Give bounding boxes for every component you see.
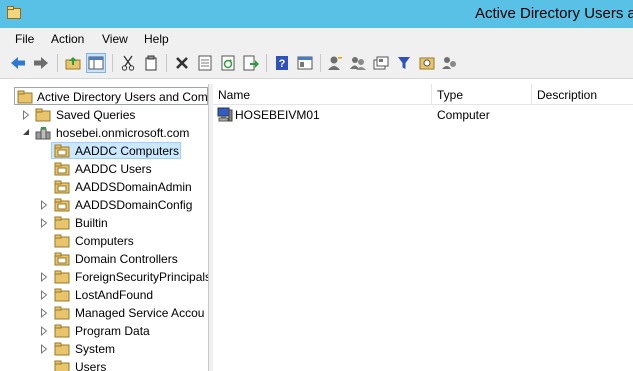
- tree-item-label: Users: [75, 360, 107, 371]
- menu-file[interactable]: File: [15, 32, 34, 46]
- tree-item[interactable]: Program Data: [0, 322, 208, 340]
- row-type: Computer: [437, 108, 490, 122]
- properties-icon[interactable]: [195, 53, 215, 73]
- organizational-unit-icon: [54, 198, 70, 215]
- tree-root-label: Active Directory Users and Com: [37, 90, 208, 104]
- tree-item[interactable]: hosebei.onmicrosoft.com: [0, 124, 208, 142]
- tree-item[interactable]: AADDC Computers: [0, 142, 208, 160]
- forward-icon[interactable]: [31, 53, 51, 73]
- console-tree[interactable]: Active Directory Users and Com Saved Que…: [0, 84, 209, 371]
- add-user-icon[interactable]: [325, 53, 345, 73]
- computer-icon: [217, 107, 233, 125]
- add-to-group-icon[interactable]: [440, 53, 460, 73]
- tree-item-label: AADDC Users: [75, 162, 152, 176]
- tree-item-label: LostAndFound: [75, 288, 154, 302]
- folder-icon: [54, 342, 70, 359]
- app-icon[interactable]: [7, 6, 21, 19]
- column-header-description[interactable]: Description: [532, 84, 633, 105]
- add-group-icon[interactable]: [348, 53, 368, 73]
- export-list-icon[interactable]: [241, 53, 261, 73]
- toolbar: ?: [0, 49, 633, 79]
- collapsed-arrow-icon[interactable]: [40, 199, 48, 211]
- tree-item-label: Domain Controllers: [75, 252, 178, 266]
- tree-item[interactable]: Domain Controllers: [0, 250, 208, 268]
- copy-icon[interactable]: [141, 53, 161, 73]
- domain-icon: [35, 126, 51, 143]
- add-ou-icon[interactable]: [371, 53, 391, 73]
- collapsed-arrow-icon[interactable]: [40, 307, 48, 319]
- tree-item-label: hosebei.onmicrosoft.com: [56, 126, 190, 140]
- folder-icon: [54, 270, 70, 287]
- tree-item[interactable]: AADDC Users: [0, 160, 208, 178]
- folder-icon: [54, 306, 70, 323]
- tree-item-label: AADDSDomainConfig: [75, 198, 193, 212]
- delete-icon[interactable]: [172, 53, 192, 73]
- tree-item[interactable]: AADDSDomainAdmin: [0, 178, 208, 196]
- toolbar-separator: [266, 54, 267, 72]
- show-tree-icon[interactable]: [86, 53, 106, 73]
- tree-item[interactable]: System: [0, 340, 208, 358]
- tree-item[interactable]: AADDSDomainConfig: [0, 196, 208, 214]
- find-icon[interactable]: [417, 53, 437, 73]
- tree-root[interactable]: Active Directory Users and Com: [14, 87, 208, 105]
- ad-snapin-icon: [17, 90, 33, 104]
- svg-text:?: ?: [279, 58, 286, 70]
- tree-item-label: Program Data: [75, 324, 150, 338]
- tree-item[interactable]: ForeignSecurityPrincipals: [0, 268, 208, 286]
- tree-item[interactable]: Saved Queries: [0, 106, 208, 124]
- tree-item[interactable]: Users: [0, 358, 208, 371]
- back-icon[interactable]: [8, 53, 28, 73]
- tree-item[interactable]: Managed Service Accou: [0, 304, 208, 322]
- folder-icon: [54, 216, 70, 233]
- tree-item-label: ForeignSecurityPrincipals: [75, 270, 209, 284]
- toolbar-separator: [112, 54, 113, 72]
- tree-item[interactable]: Builtin: [0, 214, 208, 232]
- expanded-arrow-icon[interactable]: [22, 128, 30, 138]
- menu-action[interactable]: Action: [51, 32, 84, 46]
- menu-view[interactable]: View: [102, 32, 128, 46]
- folder-icon: [54, 324, 70, 341]
- toolbar-separator: [166, 54, 167, 72]
- collapsed-arrow-icon[interactable]: [40, 271, 48, 283]
- collapsed-arrow-icon[interactable]: [40, 325, 48, 337]
- tree-item-label: AADDC Computers: [75, 144, 180, 158]
- organizational-unit-icon: [54, 180, 70, 197]
- tree-item-label: Managed Service Accou: [75, 306, 205, 320]
- filter-icon[interactable]: [394, 53, 414, 73]
- tree-item-label: AADDSDomainAdmin: [75, 180, 192, 194]
- tree-item[interactable]: LostAndFound: [0, 286, 208, 304]
- toolbar-separator: [57, 54, 58, 72]
- tree-item-label: Saved Queries: [56, 108, 136, 122]
- window-title: Active Directory Users and: [475, 5, 633, 22]
- up-folder-icon[interactable]: [63, 53, 83, 73]
- folder-icon: [54, 288, 70, 305]
- help-icon[interactable]: ?: [272, 53, 292, 73]
- column-header-type[interactable]: Type: [432, 84, 532, 105]
- tree-item-label: Builtin: [75, 216, 108, 230]
- organizational-unit-icon: [54, 144, 70, 161]
- cut-icon[interactable]: [118, 53, 138, 73]
- list-row[interactable]: HOSEBEIVM01 Computer: [213, 106, 633, 125]
- folder-icon: [54, 234, 70, 251]
- organizational-unit-icon: [54, 252, 70, 269]
- collapsed-arrow-icon[interactable]: [22, 109, 30, 121]
- toolbar-separator: [320, 54, 321, 72]
- collapsed-arrow-icon[interactable]: [40, 217, 48, 229]
- collapsed-arrow-icon[interactable]: [40, 343, 48, 355]
- organizational-unit-icon: [54, 162, 70, 179]
- row-name: HOSEBEIVM01: [235, 108, 320, 122]
- tree-item-label: System: [75, 342, 116, 356]
- menu-bar: File Action View Help: [0, 28, 633, 49]
- mmc-view-icon[interactable]: [295, 53, 315, 73]
- tree-item-label: Computers: [75, 234, 134, 248]
- results-pane[interactable]: Name Type Description HOSEBEIVM01 Comput…: [213, 84, 633, 371]
- refresh-icon[interactable]: [218, 53, 238, 73]
- folder-icon: [35, 108, 51, 125]
- column-header-name[interactable]: Name: [213, 84, 432, 105]
- tree-item[interactable]: Computers: [0, 232, 208, 250]
- menu-help[interactable]: Help: [144, 32, 169, 46]
- title-bar: Active Directory Users and: [0, 0, 633, 28]
- collapsed-arrow-icon[interactable]: [40, 289, 48, 301]
- folder-icon: [54, 360, 70, 371]
